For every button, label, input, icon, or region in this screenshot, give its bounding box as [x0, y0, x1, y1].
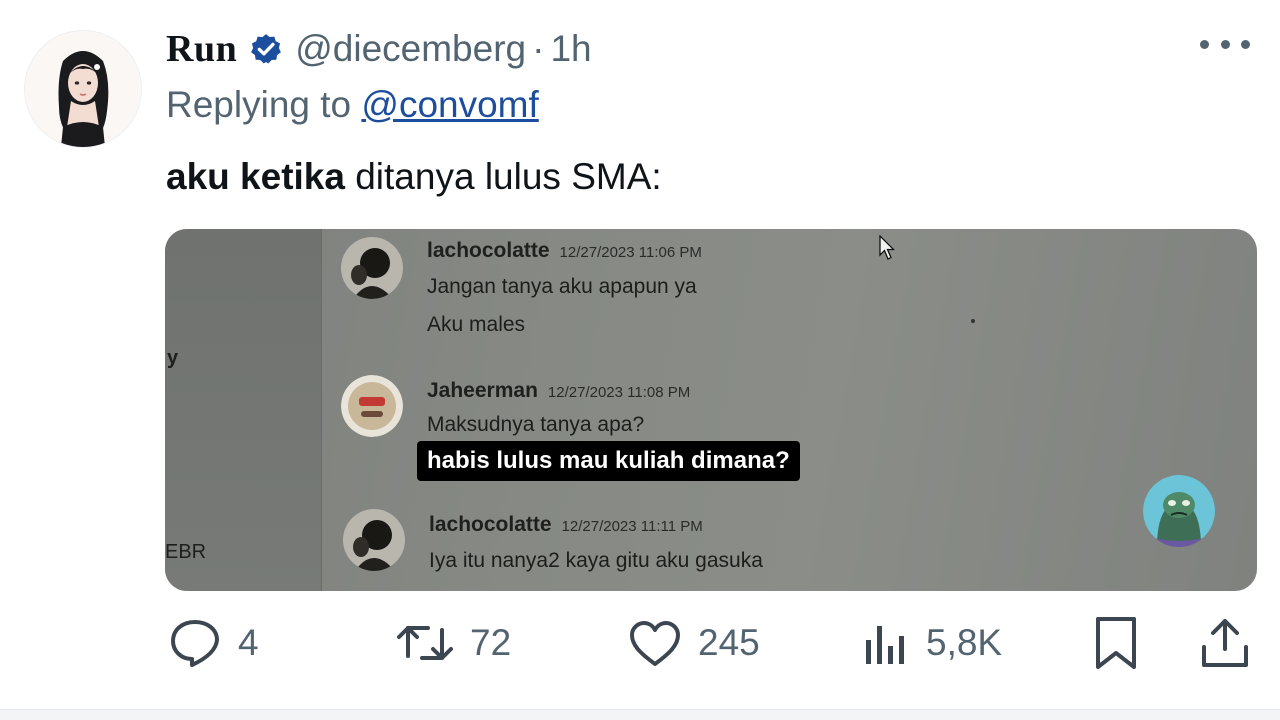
- like-button[interactable]: 245: [628, 610, 760, 676]
- message-author: lachocolatte 12/27/2023 11:06 PM: [427, 239, 702, 263]
- tweet-divider: [0, 709, 1280, 720]
- replying-to-handle-link[interactable]: @convomf: [361, 84, 538, 125]
- avatar[interactable]: [24, 30, 142, 148]
- tweet-header: Run @diecemberg · 1h: [166, 26, 592, 72]
- tweet-media-image[interactable]: y EBR lachocolatte 12/27/2023 11:06 PM Ja…: [165, 229, 1257, 591]
- message-avatar: [341, 375, 403, 437]
- views-chart-icon: [866, 626, 904, 664]
- more-dot: [1220, 39, 1230, 49]
- message-timestamp: 12/27/2023 11:06 PM: [559, 244, 702, 261]
- heart-icon: [630, 621, 680, 666]
- tweet-actions-bar: 4 72 245 5,8K: [0, 610, 1280, 676]
- message-line: Jangan tanya aku apapun ya: [427, 275, 697, 298]
- caption-overlay: habis lulus mau kuliah dimana?: [417, 441, 800, 481]
- views-button[interactable]: 5,8K: [862, 610, 1002, 676]
- tweet-text-bold: aku ketika: [166, 156, 345, 197]
- replying-to: Replying to @convomf: [166, 84, 539, 126]
- retweet-button[interactable]: 72: [396, 610, 511, 676]
- message-username: Jaheerman: [427, 379, 538, 402]
- more-options-icon[interactable]: [1200, 34, 1250, 54]
- media-left-panel: [165, 229, 322, 591]
- message-line: Aku males: [427, 313, 526, 336]
- message-line: Maksudnya tanya apa?: [427, 413, 645, 436]
- like-count: 245: [698, 622, 760, 663]
- message-author: Jaheerman 12/27/2023 11:08 PM: [427, 379, 690, 403]
- media-left-y: y: [167, 347, 179, 369]
- reply-button[interactable]: 4: [168, 610, 259, 676]
- share-button[interactable]: [1198, 610, 1252, 676]
- message-username: lachocolatte: [429, 513, 552, 536]
- more-dot: [1241, 39, 1250, 49]
- tweet-text-rest: ditanya lulus SMA:: [344, 156, 662, 197]
- display-name[interactable]: Run: [166, 27, 237, 71]
- views-count: 5,8K: [926, 622, 1003, 663]
- message-timestamp: 12/27/2023 11:08 PM: [547, 384, 691, 401]
- tweet-text: aku ketika ditanya lulus SMA:: [166, 156, 662, 198]
- verified-badge-icon: [251, 34, 282, 64]
- bookmark-button[interactable]: [1094, 610, 1138, 676]
- reply-icon: [171, 620, 219, 667]
- bookmark-icon: [1096, 617, 1136, 669]
- message-line: Iya itu nanya2 kaya gitu aku gasuka: [429, 549, 763, 572]
- retweet-icon: [397, 626, 453, 660]
- timestamp[interactable]: 1h: [550, 28, 591, 70]
- reply-count: 4: [238, 622, 259, 663]
- screen-speck: [971, 319, 975, 323]
- separator-dot: ·: [532, 28, 545, 69]
- share-icon: [1202, 619, 1248, 667]
- sticker-emoji-icon: [1143, 475, 1215, 547]
- message-timestamp: 12/27/2023 11:11 PM: [561, 518, 703, 535]
- message-avatar: [343, 509, 405, 571]
- message-avatar: [341, 237, 403, 299]
- replying-prefix: Replying to: [166, 84, 352, 125]
- message-author: lachocolatte 12/27/2023 11:11 PM: [429, 513, 703, 537]
- retweet-count: 72: [470, 622, 512, 663]
- avatar-illustration: [25, 31, 141, 147]
- message-username: lachocolatte: [427, 239, 550, 262]
- media-left-ebr: EBR: [165, 541, 207, 563]
- more-dot: [1200, 39, 1209, 49]
- mouse-cursor-icon: [879, 235, 895, 260]
- user-handle[interactable]: @diecemberg: [295, 28, 526, 70]
- tweet: Run @diecemberg · 1h Replying to @convom…: [0, 0, 1280, 720]
